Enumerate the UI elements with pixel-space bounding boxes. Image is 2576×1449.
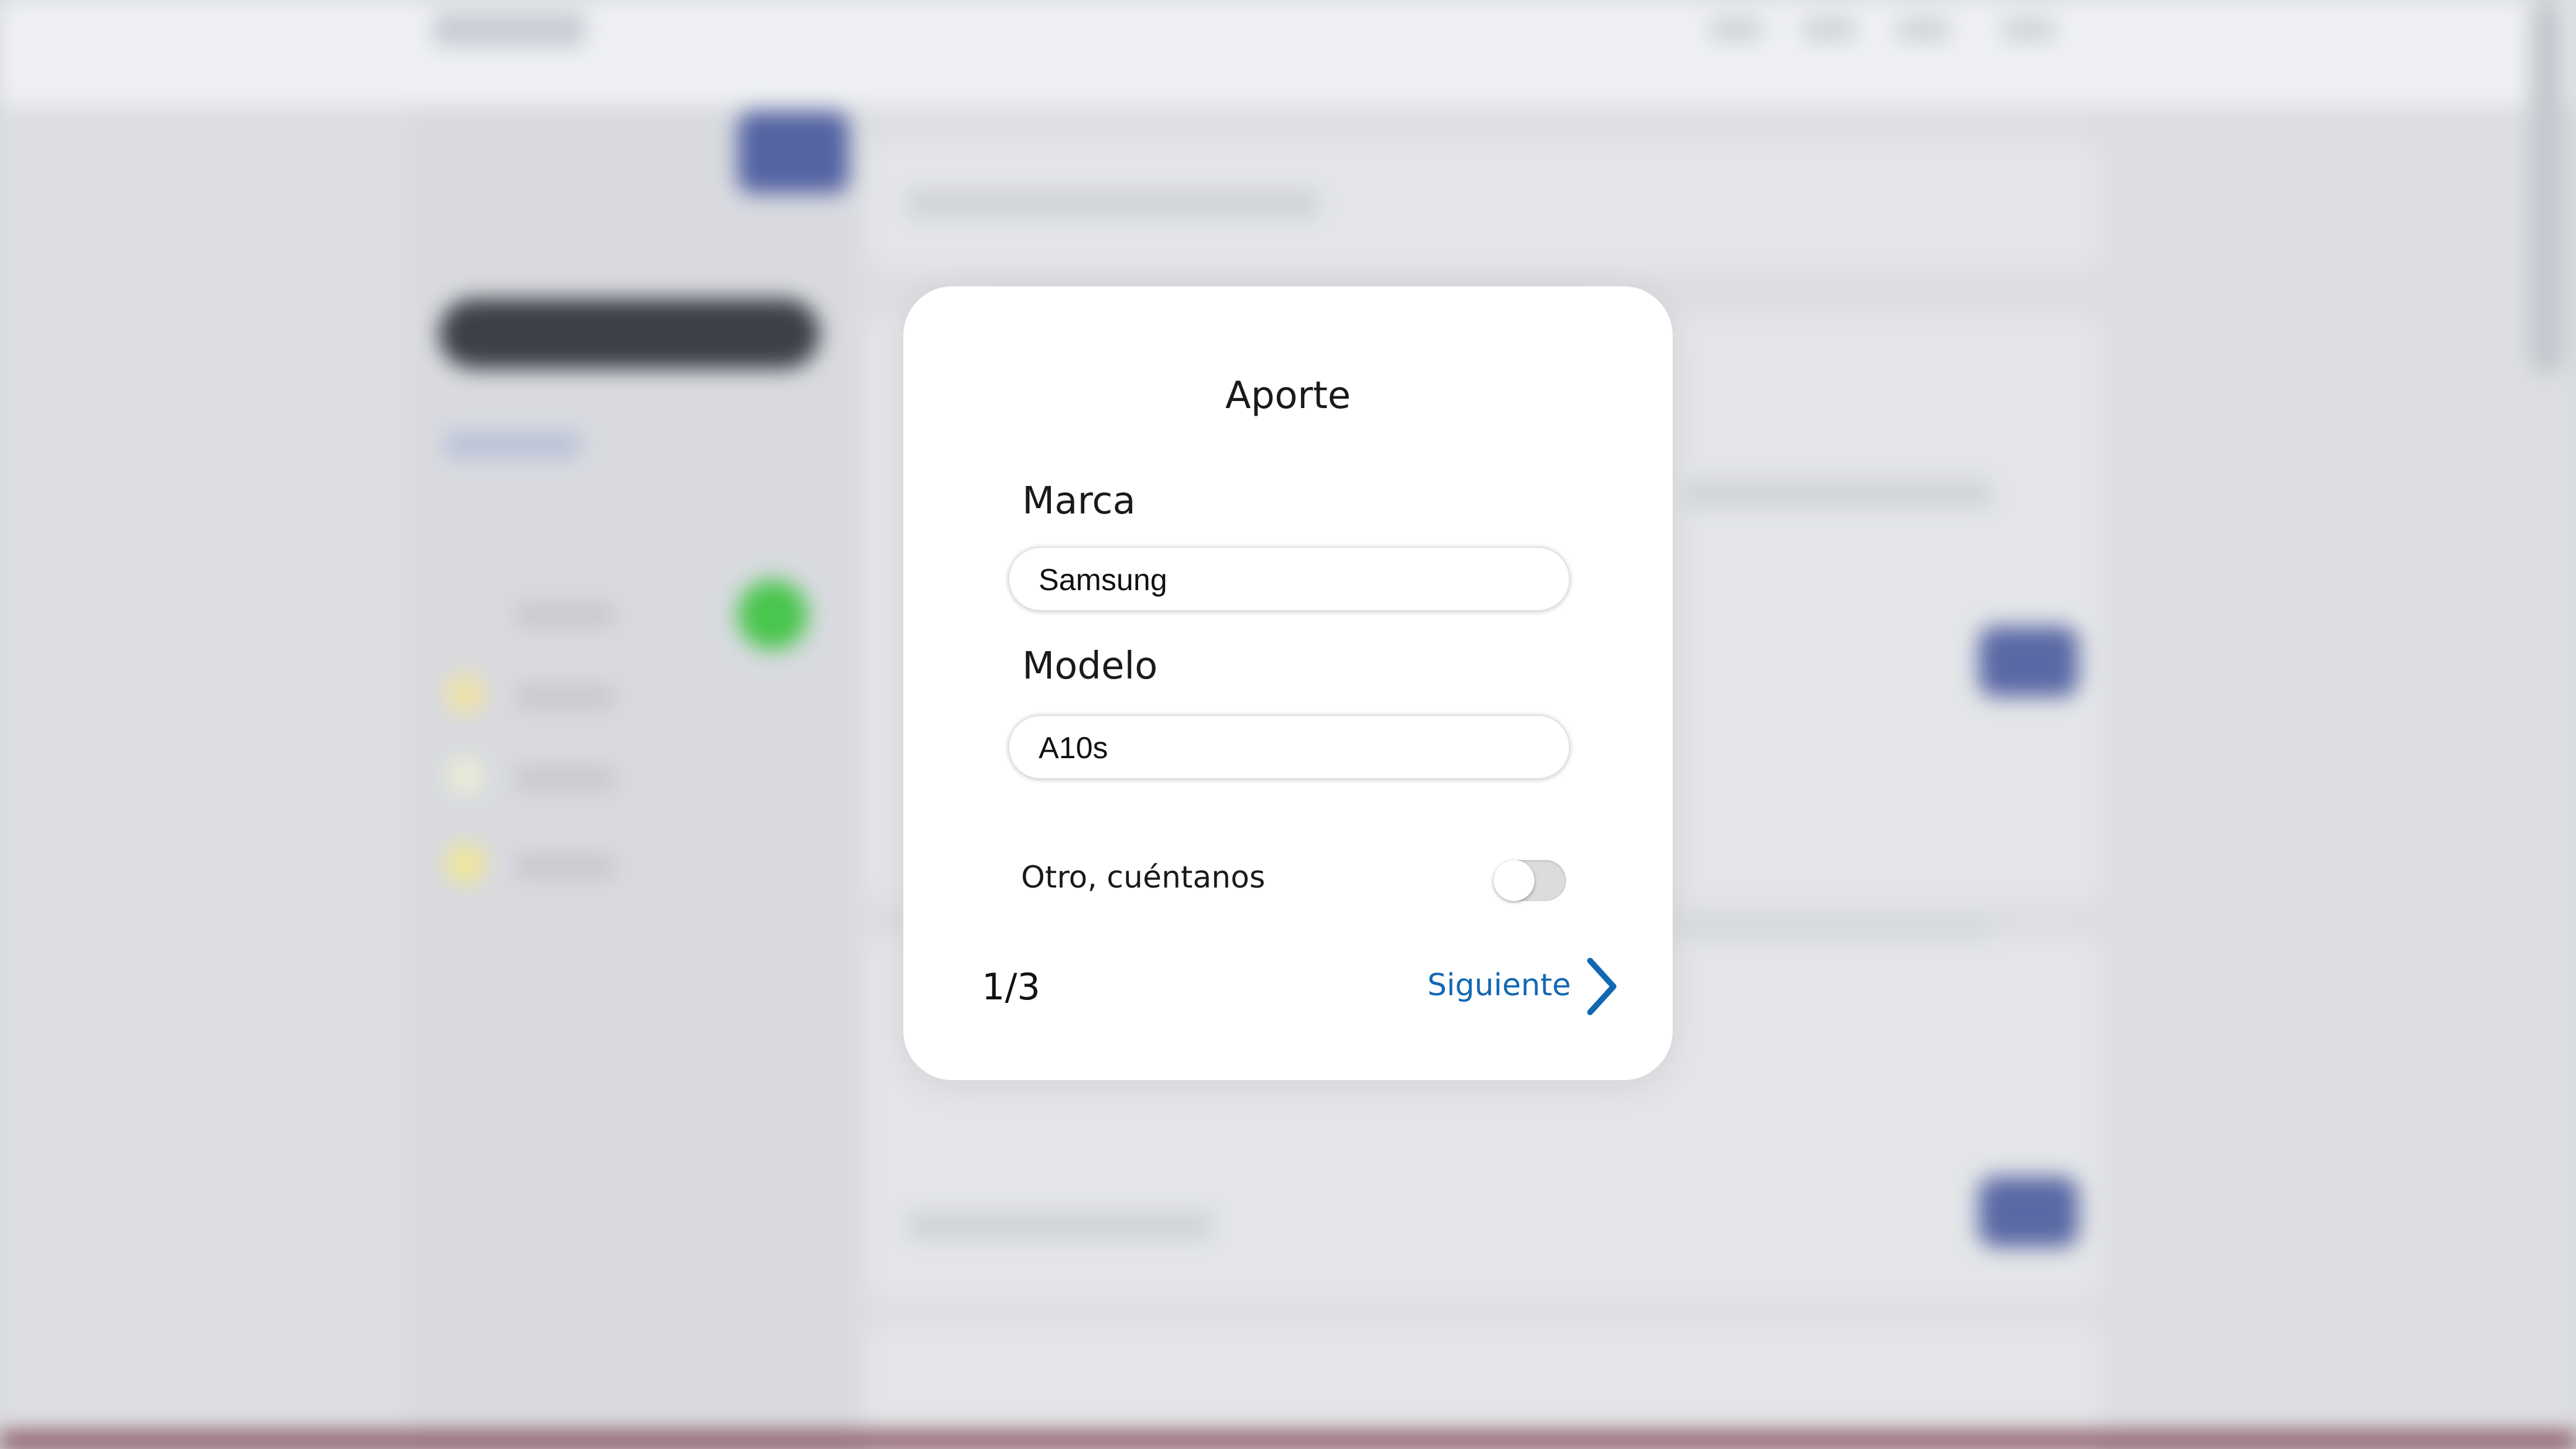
model-label: Modelo: [1022, 645, 1158, 688]
background-sidebar-row: [515, 685, 615, 708]
background-card-text: [1686, 480, 1991, 507]
background-card-text: [907, 190, 1317, 217]
brand-field[interactable]: Samsung: [1008, 547, 1570, 611]
brand-label: Marca: [1022, 479, 1136, 523]
background-card-button: [1979, 1177, 2078, 1247]
other-toggle[interactable]: [1493, 860, 1566, 901]
background-sidebar-dot: [445, 843, 486, 884]
background-card-text: [907, 1212, 1212, 1239]
background-card: [866, 141, 2102, 269]
next-button-label: Siguiente: [1427, 968, 1571, 1003]
aporte-dialog: Aporte Marca Samsung Modelo A10s Otro, c…: [903, 286, 1673, 1080]
background-topbar-icon: [1710, 18, 1762, 41]
screen: Aporte Marca Samsung Modelo A10s Otro, c…: [0, 0, 2576, 1449]
background-sidebar-dot: [445, 755, 486, 796]
background-sidebar-row: [515, 603, 615, 626]
background-card: [866, 1323, 2102, 1449]
background-sidebar-row: [515, 855, 615, 878]
background-sidebar-pill: [439, 299, 820, 369]
toggle-knob: [1493, 860, 1534, 901]
background-scrollbar: [2529, 0, 2564, 375]
background-sidebar-dot: [445, 673, 486, 714]
background-sidebar-link: [445, 433, 580, 457]
model-field[interactable]: A10s: [1008, 715, 1570, 779]
background-card-button: [1979, 626, 2078, 697]
background-topbar-icon: [2002, 18, 2055, 41]
background-topbar-icon: [1803, 18, 1856, 41]
background-sidebar-button: [738, 111, 849, 193]
dialog-title: Aporte: [1225, 374, 1351, 417]
background-sidebar-row: [515, 767, 615, 790]
chevron-right-icon: [1584, 957, 1618, 1016]
background-topbar-icon: [1897, 18, 1950, 41]
model-value: A10s: [1039, 731, 1108, 765]
step-counter: 1/3: [982, 965, 1040, 1008]
background-logo: [433, 12, 585, 47]
background-status-dot: [738, 580, 808, 650]
other-toggle-label: Otro, cuéntanos: [1021, 860, 1266, 895]
background-topbar: [0, 0, 2576, 105]
next-button[interactable]: Siguiente: [1427, 954, 1621, 1018]
background-bottom-strip: [0, 1433, 2576, 1449]
brand-value: Samsung: [1039, 563, 1167, 597]
